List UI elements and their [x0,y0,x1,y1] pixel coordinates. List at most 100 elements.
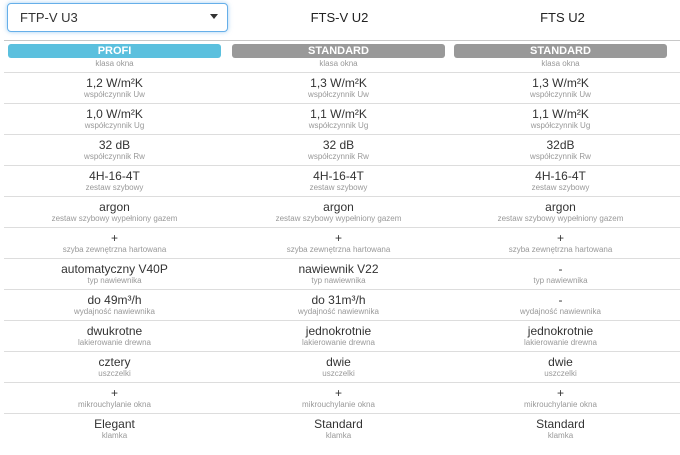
table-row: 4H-16-4T zestaw szybowy 4H-16-4T zestaw sz… [4,165,680,196]
row-label: typ nawiewnika [87,276,142,285]
row-label: zestaw szybowy [531,183,590,192]
table-cell: 1,1 W/m²K współczynnik Ug [453,104,668,134]
table-cell: + szyba zewnętrzna hartowana [453,228,668,258]
table-cell: argon zestaw szybowy wypełniony gazem [453,197,668,227]
table-cell: + szyba zewnętrzna hartowana [231,228,446,258]
table-cell: do 31m³/h wydajność nawiewnika [231,290,446,320]
table-cell: automatyczny V40P typ nawiewnika [7,259,222,289]
cell-value: + [110,386,118,400]
cell-value: argon [323,200,354,214]
row-label: mikrouchylanie okna [302,400,375,409]
table-cell: jednokrotnie lakierowanie drewna [453,321,668,351]
column-heading: FTS U2 [540,10,585,25]
table-cell: + szyba zewnętrzna hartowana [7,228,222,258]
row-label: współczynnik Ug [308,121,369,130]
row-label: lakierowanie drewna [524,338,597,347]
cell-value: automatyczny V40P [61,262,168,276]
row-label: uszczelki [98,369,131,378]
row-label: szyba zewnętrzna hartowana [286,245,391,254]
table-cell: 32dB współczynnik Rw [453,135,668,165]
cell-value: 1,1 W/m²K [310,107,367,121]
table-row: cztery uszczelki dwie uszczelki dwie uszcze… [4,351,680,382]
cell-value: jednokrotnie [527,324,594,338]
table-row: 1,2 W/m²K współczynnik Uw 1,3 W/m²K współc… [4,72,680,103]
table-cell: 4H-16-4T zestaw szybowy [7,166,222,196]
row-label: uszczelki [544,369,577,378]
table-cell: Elegant klamka [7,414,222,444]
cell-value: argon [99,200,130,214]
class-badge-standard: STANDARD [232,44,445,58]
table-cell: + mikrouchylanie okna [231,383,446,413]
cell-value: + [556,386,564,400]
cell-value: 1,3 W/m²K [532,76,589,90]
chevron-down-icon [210,14,218,19]
cell-value: dwie [548,355,573,369]
table-cell: 1,3 W/m²K współczynnik Uw [231,73,446,103]
cell-value: 4H-16-4T [89,169,140,183]
table-cell: 1,1 W/m²K współczynnik Ug [231,104,446,134]
table-cell: argon zestaw szybowy wypełniony gazem [7,197,222,227]
row-label: klamka [101,431,128,440]
row-label: lakierowanie drewna [78,338,151,347]
row-label: współczynnik Ug [84,121,145,130]
row-label: klamka [547,431,574,440]
table-cell: - typ nawiewnika [453,259,668,289]
row-label: współczynnik Uw [530,90,591,99]
row-label: klasa okna [95,59,134,68]
row-label: wydajność nawiewnika [520,307,601,316]
cell-value: dwie [326,355,351,369]
row-label: mikrouchylanie okna [524,400,597,409]
row-label: współczynnik Rw [84,152,145,161]
table-cell: argon zestaw szybowy wypełniony gazem [231,197,446,227]
cell-value: 32dB [546,138,575,152]
table-row: Elegant klamka Standard klamka Standard kla… [4,413,680,444]
table-cell: 1,0 W/m²K współczynnik Ug [7,104,222,134]
table-row: automatyczny V40P typ nawiewnika nawiewni… [4,258,680,289]
row-label: zestaw szybowy wypełniony gazem [51,214,178,223]
cell-value: 32 dB [98,138,131,152]
table-row: do 49m³/h wydajność nawiewnika do 31m³/h w… [4,289,680,320]
cell-value: 4H-16-4T [313,169,364,183]
cell-value: Standard [314,417,363,431]
cell-value: argon [545,200,576,214]
row-label: wydajność nawiewnika [298,307,379,316]
row-label: współczynnik Rw [530,152,591,161]
table-row: 1,0 W/m²K współczynnik Ug 1,1 W/m²K współc… [4,103,680,134]
row-label: szyba zewnętrzna hartowana [508,245,613,254]
row-label: wydajność nawiewnika [74,307,155,316]
cell-value: do 49m³/h [87,293,142,307]
cell-value: 1,0 W/m²K [86,107,143,121]
table-cell: 1,2 W/m²K współczynnik Uw [7,73,222,103]
cell-value: + [110,231,118,245]
cell-value: Elegant [94,417,135,431]
column-heading: FTS-V U2 [310,10,369,25]
cell-value: 1,2 W/m²K [86,76,143,90]
class-badge-profi: PROFI [8,44,221,58]
row-label: zestaw szybowy [85,183,144,192]
table-cell: - wydajność nawiewnika [453,290,668,320]
table-cell: 4H-16-4T zestaw szybowy [231,166,446,196]
table-cell: 32 dB współczynnik Rw [231,135,446,165]
row-label: zestaw szybowy wypełniony gazem [497,214,624,223]
cell-value: - [558,293,563,307]
table-cell: + mikrouchylanie okna [7,383,222,413]
cell-value: nawiewnik V22 [298,262,379,276]
window-model-select[interactable]: FTP-V U3 [7,3,228,32]
comparison-table: PROFI klasa okna STANDARD klasa okna STA… [4,40,680,444]
row-label: zestaw szybowy [309,183,368,192]
table-cell: 4H-16-4T zestaw szybowy [453,166,668,196]
row-label: zestaw szybowy wypełniony gazem [275,214,402,223]
table-row: dwukrotne lakierowanie drewna jednokrotni… [4,320,680,351]
table-row: argon zestaw szybowy wypełniony gazem arg… [4,196,680,227]
window-model-select-value: FTP-V U3 [20,10,78,25]
table-cell: STANDARD klasa okna [453,41,668,72]
table-cell: Standard klamka [231,414,446,444]
table-cell: 1,3 W/m²K współczynnik Uw [453,73,668,103]
row-label: współczynnik Rw [308,152,369,161]
row-label: klasa okna [541,59,580,68]
cell-value: cztery [98,355,131,369]
table-cell: jednokrotnie lakierowanie drewna [231,321,446,351]
class-badge-standard: STANDARD [454,44,667,58]
table-cell: cztery uszczelki [7,352,222,382]
cell-value: + [334,386,342,400]
